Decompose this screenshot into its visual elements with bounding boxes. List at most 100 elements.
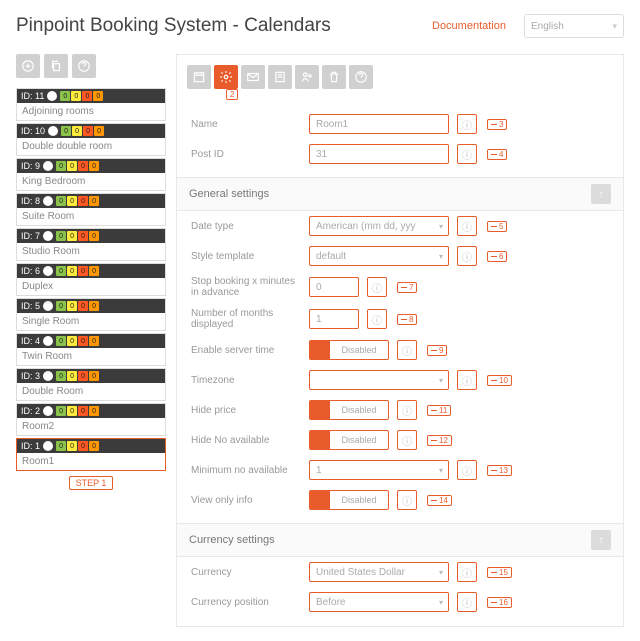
style-select[interactable]: default (309, 246, 449, 266)
tab-form[interactable] (268, 65, 292, 89)
date-type-select[interactable]: American (mm dd, yyy (309, 216, 449, 236)
status-dot: 0 (72, 126, 82, 136)
callout-10: 10 (487, 375, 512, 386)
calendar-item[interactable]: ID: 10 0 0 0 0 Double double room (16, 123, 166, 156)
status-dot: 0 (94, 126, 104, 136)
name-input[interactable]: Room1 (309, 114, 449, 134)
min-avail-select[interactable]: 1 (309, 460, 449, 480)
server-time-label: Enable server time (191, 345, 301, 356)
currency-label: Currency (191, 567, 301, 578)
calendar-name: Twin Room (17, 348, 165, 365)
status-dot: 0 (61, 126, 71, 136)
name-help[interactable]: ⓘ (457, 114, 477, 134)
documentation-link[interactable]: Documentation (432, 20, 506, 32)
calendar-id: ID: 7 (21, 231, 40, 241)
avatar-icon (43, 441, 53, 451)
tab-delete[interactable] (322, 65, 346, 89)
tab-help[interactable] (349, 65, 373, 89)
view-only-toggle[interactable]: Disabled (309, 490, 389, 510)
date-type-label: Date type (191, 221, 301, 232)
callout-6: 6 (487, 251, 507, 262)
timezone-help[interactable]: ⓘ (457, 370, 477, 390)
calendar-item[interactable]: ID: 2 0 0 0 0 Room2 (16, 403, 166, 436)
status-dot: 0 (78, 441, 88, 451)
status-dot: 0 (56, 406, 66, 416)
server-time-help[interactable]: ⓘ (397, 340, 417, 360)
server-time-toggle[interactable]: Disabled (309, 340, 389, 360)
min-avail-help[interactable]: ⓘ (457, 460, 477, 480)
status-dot: 0 (78, 301, 88, 311)
status-dot: 0 (56, 161, 66, 171)
calendar-item[interactable]: ID: 1 0 0 0 0 Room1 (16, 438, 166, 471)
calendar-id: ID: 1 (21, 441, 40, 451)
status-dot: 0 (67, 336, 77, 346)
min-avail-label: Minimum no available (191, 465, 301, 476)
currency-position-select[interactable]: Before (309, 592, 449, 612)
help-button[interactable] (72, 54, 96, 78)
calendar-name: Duplex (17, 278, 165, 295)
stop-booking-help[interactable]: ⓘ (367, 277, 387, 297)
timezone-select[interactable] (309, 370, 449, 390)
callout-11: 11 (427, 405, 451, 416)
status-dot: 0 (67, 161, 77, 171)
callout-13: 13 (487, 465, 512, 476)
postid-input[interactable]: 31 (309, 144, 449, 164)
hide-avail-toggle[interactable]: Disabled (309, 430, 389, 450)
calendar-item[interactable]: ID: 9 0 0 0 0 King Bedroom (16, 158, 166, 191)
tab-email[interactable] (241, 65, 265, 89)
hide-avail-help[interactable]: ⓘ (397, 430, 417, 450)
months-help[interactable]: ⓘ (367, 309, 387, 329)
avatar-icon (43, 371, 53, 381)
language-select[interactable]: English (524, 14, 624, 38)
currency-select[interactable]: United States Dollar (309, 562, 449, 582)
add-calendar-button[interactable] (16, 54, 40, 78)
postid-help[interactable]: ⓘ (457, 144, 477, 164)
callout-12: 12 (427, 435, 452, 446)
callout-16: 16 (487, 597, 512, 608)
currency-position-help[interactable]: ⓘ (457, 592, 477, 612)
status-dot: 0 (78, 336, 88, 346)
tab-settings[interactable] (214, 65, 238, 89)
avatar-icon (43, 161, 53, 171)
calendar-id: ID: 6 (21, 266, 40, 276)
calendar-item[interactable]: ID: 6 0 0 0 0 Duplex (16, 263, 166, 296)
status-dot: 0 (78, 196, 88, 206)
view-only-help[interactable]: ⓘ (397, 490, 417, 510)
calendar-id: ID: 3 (21, 371, 40, 381)
status-dot: 0 (56, 441, 66, 451)
status-dot: 0 (89, 371, 99, 381)
calendar-name: Suite Room (17, 208, 165, 225)
status-dot: 0 (89, 266, 99, 276)
months-label: Number of months displayed (191, 308, 301, 330)
style-help[interactable]: ⓘ (457, 246, 477, 266)
calendar-item[interactable]: ID: 4 0 0 0 0 Twin Room (16, 333, 166, 366)
copy-button[interactable] (44, 54, 68, 78)
calendar-item[interactable]: ID: 11 0 0 0 0 Adjoining rooms (16, 88, 166, 121)
status-dot: 0 (78, 371, 88, 381)
general-settings-heading: General settings (189, 188, 591, 200)
calendar-name: Single Room (17, 313, 165, 330)
step-1-label: STEP 1 (69, 476, 114, 490)
tab-users[interactable] (295, 65, 319, 89)
calendar-item[interactable]: ID: 7 0 0 0 0 Studio Room (16, 228, 166, 261)
collapse-currency[interactable]: ↑ (591, 530, 611, 550)
calendar-id: ID: 2 (21, 406, 40, 416)
collapse-general[interactable]: ↑ (591, 184, 611, 204)
hide-price-toggle[interactable]: Disabled (309, 400, 389, 420)
stop-booking-input[interactable]: 0 (309, 277, 359, 297)
calendar-item[interactable]: ID: 5 0 0 0 0 Single Room (16, 298, 166, 331)
status-dot: 0 (67, 196, 77, 206)
months-input[interactable]: 1 (309, 309, 359, 329)
status-dot: 0 (89, 301, 99, 311)
tab-calendar[interactable] (187, 65, 211, 89)
status-dot: 0 (60, 91, 70, 101)
calendar-item[interactable]: ID: 3 0 0 0 0 Double Room (16, 368, 166, 401)
calendar-name: King Bedroom (17, 173, 165, 190)
status-dot: 0 (89, 161, 99, 171)
calendar-item[interactable]: ID: 8 0 0 0 0 Suite Room (16, 193, 166, 226)
date-type-help[interactable]: ⓘ (457, 216, 477, 236)
hide-price-help[interactable]: ⓘ (397, 400, 417, 420)
currency-help[interactable]: ⓘ (457, 562, 477, 582)
status-dot: 0 (78, 231, 88, 241)
avatar-icon (43, 266, 53, 276)
